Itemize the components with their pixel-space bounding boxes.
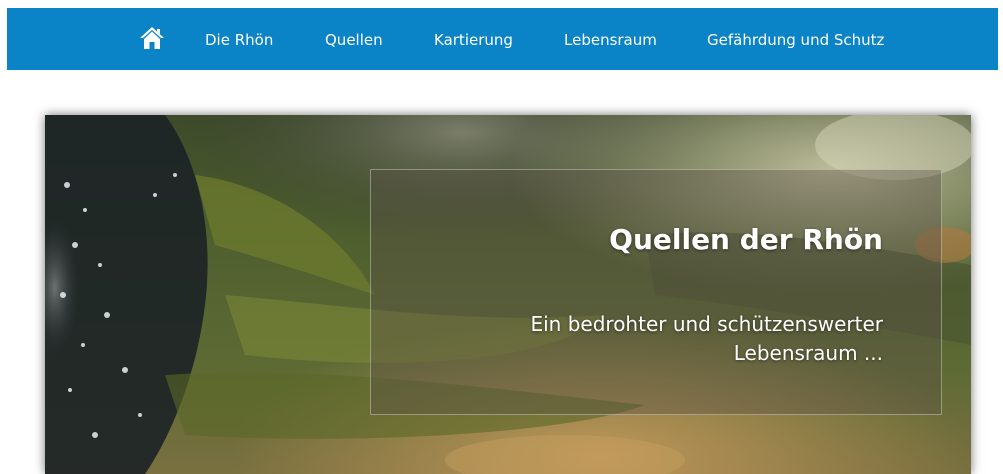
- home-icon[interactable]: [139, 26, 165, 50]
- nav-item-quellen[interactable]: Quellen: [325, 30, 383, 50]
- hero-text-box: Quellen der Rhön Ein bedrohter und schüt…: [370, 169, 942, 415]
- main-navigation: Die Rhön Quellen Kartierung Lebensraum G…: [7, 8, 998, 70]
- hero-banner: Quellen der Rhön Ein bedrohter und schüt…: [45, 115, 971, 474]
- nav-item-kartierung[interactable]: Kartierung: [434, 30, 513, 50]
- hero-title: Quellen der Rhön: [609, 223, 883, 256]
- nav-item-gefaehrdung-und-schutz[interactable]: Gefährdung und Schutz: [707, 30, 884, 50]
- hero-subtitle: Ein bedrohter und schützenswerter Lebens…: [530, 312, 883, 365]
- nav-item-die-rhoen[interactable]: Die Rhön: [205, 30, 273, 50]
- nav-item-lebensraum[interactable]: Lebensraum: [564, 30, 657, 50]
